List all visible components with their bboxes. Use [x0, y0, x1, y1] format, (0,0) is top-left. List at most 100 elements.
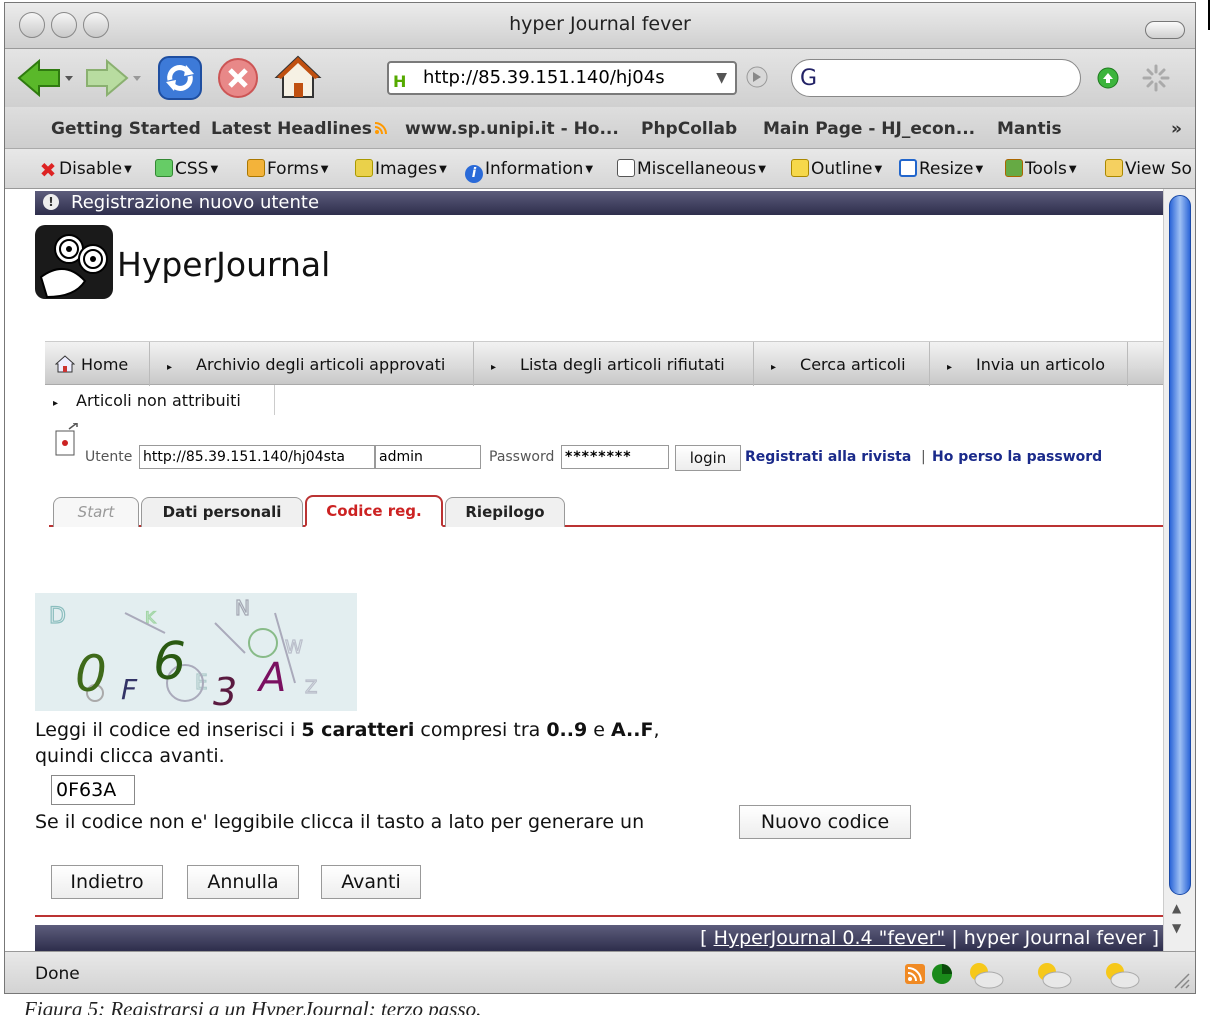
- svg-text:N: N: [235, 596, 250, 620]
- bookmark-label: Latest Headlines: [211, 119, 372, 139]
- bookmark-getting-started[interactable]: Getting Started: [51, 119, 201, 139]
- captcha-char: 6: [153, 632, 186, 692]
- menu-item-home[interactable]: Home: [54, 355, 129, 374]
- go-arrow-icon: [746, 66, 768, 88]
- arrow-right-icon: ▸: [167, 362, 173, 373]
- vertical-scrollbar[interactable]: ▲ ▼: [1163, 189, 1195, 951]
- stop-icon: [218, 58, 258, 98]
- tab-start[interactable]: Start: [53, 497, 139, 527]
- password-field[interactable]: ********: [561, 445, 669, 469]
- instr-text: compresi tra: [414, 719, 547, 741]
- toolbar-toggle-button[interactable]: [1145, 21, 1185, 39]
- login-row: Utente http://85.39.151.140/hj04sta admi…: [55, 423, 1155, 471]
- home-icon: [274, 55, 322, 98]
- search-go-icon: [1097, 67, 1119, 89]
- bookmark-phpcollab[interactable]: PhpCollab: [641, 119, 737, 139]
- url-text: http://85.39.151.140/hj04s: [423, 67, 665, 88]
- owl-logo-icon: [39, 234, 108, 299]
- menu-item-rifiutati[interactable]: ▸ Lista degli articoli rifiutati: [491, 355, 725, 374]
- login-button[interactable]: login: [675, 445, 741, 471]
- menu-item-non-attribuiti[interactable]: ▸ Articoli non attribuiti: [53, 391, 241, 410]
- alert-icon: !: [43, 194, 59, 210]
- password-label: Password: [489, 449, 555, 465]
- menu-separator: [753, 342, 754, 386]
- devbar-resize[interactable]: Resize ▼: [899, 159, 983, 179]
- search-field[interactable]: G: [791, 59, 1081, 97]
- devbar-information[interactable]: i Information ▼: [465, 159, 593, 183]
- menu-item-cerca[interactable]: ▸ Cerca articoli: [771, 355, 906, 374]
- login-icon: [55, 423, 78, 456]
- bookmark-sp-unipi[interactable]: www.sp.unipi.it - Ho...: [405, 119, 619, 139]
- devbar-images[interactable]: Images ▼: [355, 159, 447, 179]
- devbar-forms[interactable]: Forms ▼: [247, 159, 328, 179]
- devbar-miscellaneous[interactable]: Miscellaneous ▼: [617, 159, 766, 179]
- hyperjournal-logo[interactable]: [35, 225, 113, 299]
- stop-button[interactable]: [215, 55, 261, 101]
- images-icon: [355, 159, 373, 177]
- devbar-label: View So: [1125, 159, 1192, 179]
- devbar-view-source[interactable]: View So: [1105, 159, 1192, 179]
- browser-window: hyper Journal fever H http://85.39.151.1…: [4, 2, 1196, 994]
- next-button[interactable]: Avanti: [321, 865, 421, 899]
- devbar-label: CSS: [175, 159, 209, 179]
- devbar-outline[interactable]: Outline ▼: [791, 159, 882, 179]
- go-button[interactable]: [745, 65, 769, 89]
- menu-item-archivio[interactable]: ▸ Archivio degli articoli approvati: [167, 355, 445, 374]
- username-field[interactable]: admin: [375, 445, 481, 469]
- captcha-char: A: [256, 655, 286, 701]
- new-code-button[interactable]: Nuovo codice: [739, 805, 911, 839]
- back-button[interactable]: [15, 57, 75, 99]
- status-indicator-icon[interactable]: [931, 963, 953, 985]
- footer-separator: |: [951, 927, 958, 949]
- tab-codice-reg[interactable]: Codice reg.: [305, 495, 443, 527]
- bookmark-latest-headlines[interactable]: Latest Headlines: [211, 119, 388, 139]
- resize-grip-icon[interactable]: [1171, 970, 1191, 990]
- lost-password-link[interactable]: Ho perso la password: [932, 449, 1102, 465]
- back-form-button[interactable]: Indietro: [51, 865, 163, 899]
- scrollbar-thumb[interactable]: [1169, 195, 1191, 895]
- home-button[interactable]: [273, 53, 323, 101]
- scroll-down-arrow-icon[interactable]: ▼: [1172, 921, 1181, 935]
- devbar-label: Information: [485, 159, 584, 179]
- disable-icon: ✖: [39, 158, 57, 182]
- register-link[interactable]: Registrati alla rivista: [745, 449, 911, 465]
- rss-feed-icon[interactable]: [905, 964, 925, 984]
- scroll-up-arrow-icon[interactable]: ▲: [1172, 901, 1181, 915]
- weather-icon[interactable]: [1031, 958, 1075, 990]
- frame-edge: [1208, 0, 1210, 30]
- instr-line2: quindi clicca avanti.: [35, 745, 225, 767]
- devbar-label: Tools: [1025, 159, 1067, 179]
- devbar-label: Resize: [919, 159, 974, 179]
- url-bar[interactable]: H http://85.39.151.140/hj04s ▼: [387, 61, 737, 95]
- page-footer: [ HyperJournal 0.4 "fever" | hyper Journ…: [35, 925, 1163, 951]
- status-text: Done: [35, 964, 80, 984]
- devbar-css[interactable]: CSS ▼: [155, 159, 218, 179]
- tab-riepilogo[interactable]: Riepilogo: [445, 497, 565, 527]
- menu-item-invia[interactable]: ▸ Invia un articolo: [947, 355, 1105, 374]
- devbar-disable[interactable]: ✖ Disable ▼: [39, 158, 132, 182]
- footer-app-link[interactable]: HyperJournal 0.4 "fever": [714, 927, 946, 949]
- menu-separator: [1127, 342, 1128, 386]
- page-header-bar: ! Registrazione nuovo utente: [35, 191, 1163, 215]
- tab-dati-personali[interactable]: Dati personali: [141, 497, 303, 527]
- bookmark-hj-econ[interactable]: Main Page - HJ_econ...: [763, 119, 975, 139]
- url-dropdown-icon[interactable]: ▼: [716, 63, 727, 93]
- reload-button[interactable]: [155, 54, 205, 102]
- search-go-button[interactable]: [1097, 67, 1119, 89]
- devbar-label: Miscellaneous: [637, 159, 757, 179]
- menu-label: Home: [81, 355, 129, 374]
- menu-separator: [929, 342, 930, 386]
- bookmark-mantis[interactable]: Mantis: [997, 119, 1062, 139]
- bookmarks-overflow-button[interactable]: »: [1171, 119, 1182, 139]
- web-developer-toolbar: ✖ Disable ▼ CSS ▼ Forms ▼ Images ▼ i Informati…: [5, 149, 1195, 189]
- devbar-tools[interactable]: Tools ▼: [1005, 159, 1077, 179]
- journal-url-field[interactable]: http://85.39.151.140/hj04sta: [139, 445, 375, 469]
- logo-text: HyperJournal: [117, 245, 331, 284]
- weather-icon[interactable]: [963, 958, 1007, 990]
- weather-icon[interactable]: [1099, 958, 1143, 990]
- devbar-label: Forms: [267, 159, 319, 179]
- cancel-button[interactable]: Annulla: [187, 865, 299, 899]
- forward-button[interactable]: [83, 57, 143, 99]
- instr-text: ,: [653, 719, 660, 741]
- captcha-code-input[interactable]: 0F63A: [51, 775, 135, 805]
